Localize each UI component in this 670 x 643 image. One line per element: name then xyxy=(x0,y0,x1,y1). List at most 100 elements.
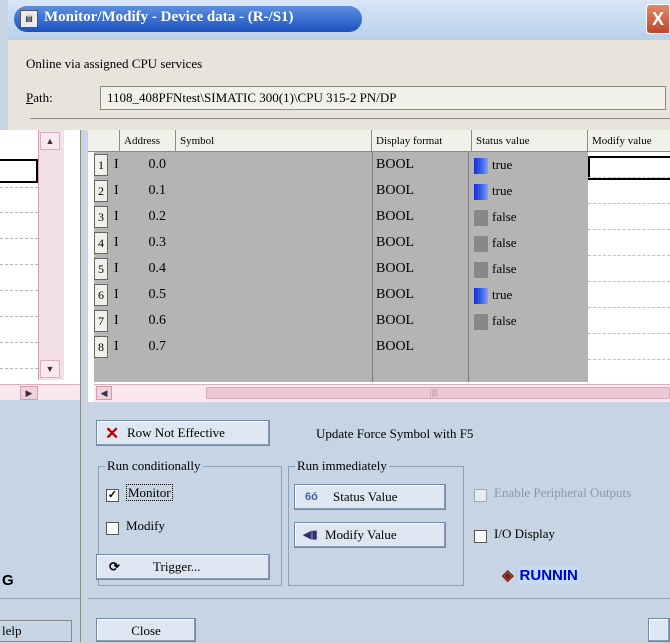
address-offset[interactable]: 0.0 xyxy=(134,152,167,178)
table-row[interactable]: 8 I 0.7 BOOL xyxy=(94,334,670,360)
update-force-text: Update Force Symbol with F5 xyxy=(316,426,474,441)
address-offset[interactable]: 0.2 xyxy=(134,204,167,230)
row-number[interactable]: 1 xyxy=(94,154,108,176)
display-format-cell[interactable]: BOOL xyxy=(376,178,414,204)
row-number[interactable]: 3 xyxy=(94,206,108,228)
header-address[interactable]: Address xyxy=(120,130,176,152)
trigger-button[interactable]: ⟳ Trigger... xyxy=(96,554,270,580)
table-row[interactable]: 6 I 0.5 BOOL true xyxy=(94,282,670,308)
address-area[interactable]: I xyxy=(114,256,119,282)
address-offset[interactable]: 0.6 xyxy=(134,308,167,334)
monitor-checkbox[interactable]: ✓ xyxy=(106,489,119,502)
display-format-cell[interactable]: BOOL xyxy=(376,282,414,308)
address-area[interactable]: I xyxy=(114,230,119,256)
display-format-cell[interactable]: BOOL xyxy=(376,334,414,360)
header-modify-value[interactable]: Modify value xyxy=(588,130,670,152)
display-format-cell[interactable]: BOOL xyxy=(376,256,414,282)
partial-button[interactable] xyxy=(648,618,670,642)
enable-peripheral-checkbox[interactable] xyxy=(474,489,487,502)
address-area[interactable]: I xyxy=(114,282,119,308)
row-number[interactable]: 6 xyxy=(94,284,108,306)
address-area[interactable]: I xyxy=(114,308,119,334)
display-format-cell[interactable]: BOOL xyxy=(376,230,414,256)
address-offset[interactable]: 0.7 xyxy=(134,334,167,360)
address-area[interactable]: I xyxy=(114,178,119,204)
table-header: Address Symbol Display format Status val… xyxy=(88,130,670,152)
row-number[interactable]: 5 xyxy=(94,258,108,280)
glasses-icon: 6ó xyxy=(305,491,318,503)
modify-value-button[interactable]: ◀▮ Modify Value xyxy=(294,522,446,548)
close-icon[interactable]: X xyxy=(646,4,670,34)
io-display-checkbox[interactable] xyxy=(474,530,487,543)
x-icon: ✕ xyxy=(105,424,120,443)
status-led-icon xyxy=(474,184,488,200)
table-row[interactable]: 5 I 0.4 BOOL false xyxy=(94,256,670,282)
row-number[interactable]: 7 xyxy=(94,310,108,332)
modify-label: Modify xyxy=(126,518,165,533)
run-immediately-title: Run immediately xyxy=(295,458,389,474)
running-icon: ◈ xyxy=(502,567,514,584)
modify-value-label: Modify Value xyxy=(325,527,397,542)
status-value-cell: true xyxy=(492,183,513,198)
enable-peripheral-label: Enable Peripheral Outputs xyxy=(494,485,632,500)
table-row[interactable]: 7 I 0.6 BOOL false xyxy=(94,308,670,334)
address-area[interactable]: I xyxy=(114,204,119,230)
trigger-icon: ⟳ xyxy=(109,559,120,574)
status-led-icon xyxy=(474,314,488,330)
scroll-up-icon[interactable]: ▲ xyxy=(40,132,60,150)
background-selected-row xyxy=(0,159,38,183)
dialog-info-area xyxy=(8,40,670,130)
help-button[interactable]: lelp xyxy=(0,620,72,642)
status-value-cell: false xyxy=(492,313,517,328)
address-area[interactable]: I xyxy=(114,334,119,360)
close-button[interactable]: Close xyxy=(96,618,196,642)
display-format-cell[interactable]: BOOL xyxy=(376,152,414,178)
modify-checkbox[interactable] xyxy=(106,522,119,535)
header-display-format[interactable]: Display format xyxy=(372,130,472,152)
background-hscrollbar[interactable] xyxy=(0,384,80,400)
row-divider xyxy=(588,359,670,361)
row-number[interactable]: 2 xyxy=(94,180,108,202)
table-row[interactable]: 4 I 0.3 BOOL false xyxy=(94,230,670,256)
address-offset[interactable]: 0.1 xyxy=(134,178,167,204)
status-value-cell: true xyxy=(492,287,513,302)
status-value-label: Status Value xyxy=(333,489,398,504)
window-title: Monitor/Modify - Device data - (R-/S1) xyxy=(44,9,294,25)
status-value-cell: false xyxy=(492,261,517,276)
row-not-effective-label: Row Not Effective xyxy=(127,425,225,440)
header-symbol[interactable]: Symbol xyxy=(176,130,372,152)
table-row[interactable]: 2 I 0.1 BOOL true xyxy=(94,178,670,204)
header-status-value[interactable]: Status value xyxy=(472,130,588,152)
run-conditionally-title: Run conditionally xyxy=(105,458,203,474)
address-offset[interactable]: 0.4 xyxy=(134,256,167,282)
status-led-icon xyxy=(474,210,488,226)
path-field[interactable]: 1108_408PFNtest\SIMATIC 300(1)\CPU 315-2… xyxy=(100,86,666,110)
path-label: Path: xyxy=(26,90,53,105)
status-value-button[interactable]: 6ó Status Value xyxy=(294,484,446,510)
scroll-left-icon[interactable]: ◀ xyxy=(96,386,112,400)
row-number[interactable]: 8 xyxy=(94,336,108,358)
status-value-cell: false xyxy=(492,235,517,250)
running-text: RUNNIN xyxy=(517,567,580,584)
online-status-text: Online via assigned CPU services xyxy=(26,56,203,71)
background-scrollbar[interactable] xyxy=(38,130,64,380)
background-status-letter: G xyxy=(2,572,14,589)
monitor-icon: ▤ xyxy=(20,10,38,28)
table-row[interactable]: 3 I 0.2 BOOL false xyxy=(94,204,670,230)
table-row[interactable]: 1 I 0.0 BOOL true xyxy=(94,152,670,178)
monitor-label: Monitor xyxy=(126,484,173,501)
row-number[interactable]: 4 xyxy=(94,232,108,254)
status-led-icon xyxy=(474,288,488,304)
trigger-label: Trigger... xyxy=(153,559,201,574)
scroll-down-icon[interactable]: ▼ xyxy=(40,360,60,378)
grip-icon: ||||| xyxy=(430,388,439,397)
address-offset[interactable]: 0.5 xyxy=(134,282,167,308)
address-area[interactable]: I xyxy=(114,152,119,178)
address-offset[interactable]: 0.3 xyxy=(134,230,167,256)
modify-icon: ◀▮ xyxy=(303,529,318,541)
io-display-label: I/O Display xyxy=(494,526,556,541)
display-format-cell[interactable]: BOOL xyxy=(376,204,414,230)
row-not-effective-button[interactable]: ✕ Row Not Effective xyxy=(96,420,270,446)
scroll-right-icon[interactable]: ▶ xyxy=(20,386,38,400)
display-format-cell[interactable]: BOOL xyxy=(376,308,414,334)
